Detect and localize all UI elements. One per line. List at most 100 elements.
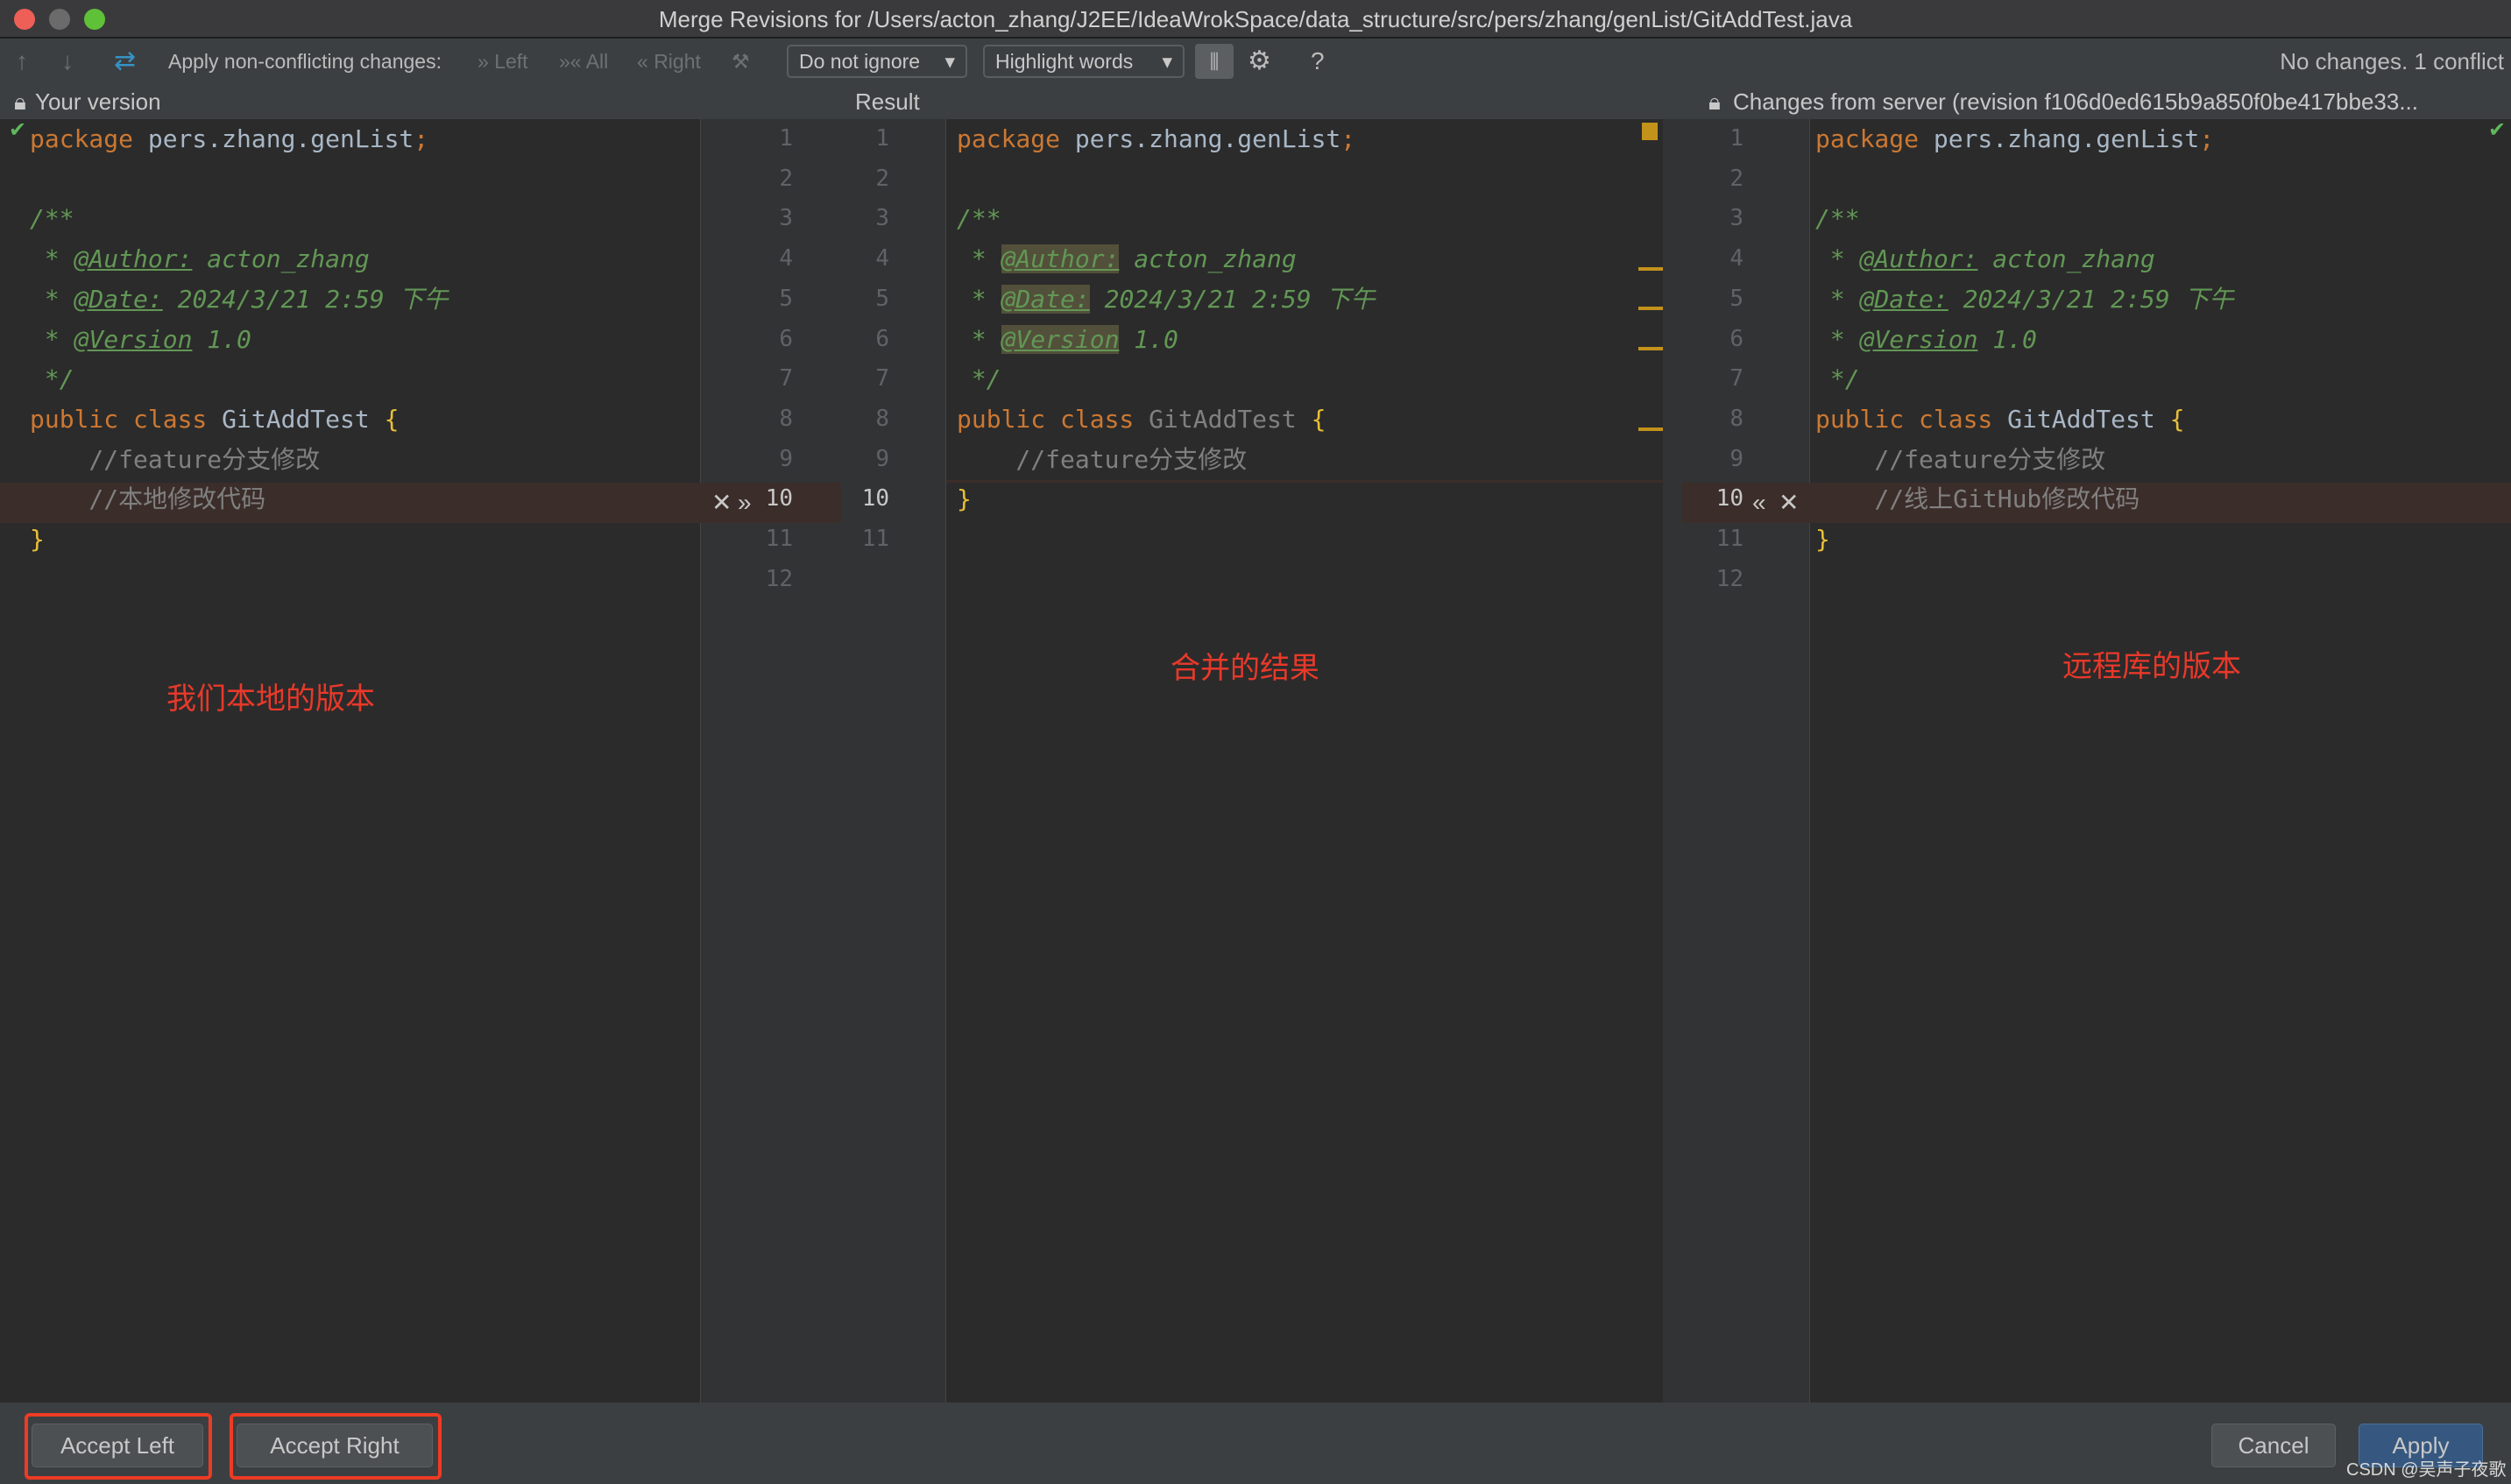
- line-number: 5: [779, 285, 793, 312]
- code-line: */: [957, 359, 1001, 399]
- code-token: GitAddTest: [2007, 404, 2170, 434]
- line-number: 3: [1729, 205, 1744, 232]
- line-number: 3: [875, 205, 889, 232]
- prev-difference-icon[interactable]: ↑: [16, 39, 28, 84]
- minimize-window-button[interactable]: [49, 9, 70, 30]
- line-number: 8: [875, 405, 889, 432]
- code-line: * @Version 1.0: [1815, 320, 2037, 360]
- line-number: 7: [779, 365, 793, 392]
- code-token: *: [1815, 324, 1860, 354]
- change-marker: [1638, 307, 1663, 310]
- code-line: //feature分支修改: [30, 440, 320, 480]
- line-number: 6: [1729, 325, 1744, 352]
- code-token: acton_zhang: [1119, 244, 1297, 274]
- line-number: 6: [875, 325, 889, 352]
- code-line: /**: [1815, 199, 1860, 239]
- ignore-right-change-icon[interactable]: ✕: [1779, 483, 1799, 523]
- apply-non-conflicting-label: Apply non-conflicting changes:: [168, 50, 442, 73]
- code-token: package: [30, 124, 148, 153]
- ignore-left-change-icon[interactable]: ✕: [711, 483, 732, 523]
- code-token: //feature分支修改: [1815, 444, 2106, 474]
- left-gutter: [700, 119, 946, 1403]
- code-token: *: [1815, 244, 1860, 274]
- result-conflict-marker: [946, 480, 1663, 483]
- change-marker: [1638, 347, 1663, 350]
- code-token: public class: [957, 404, 1149, 434]
- code-line: * @Date: 2024/3/21 2:59 下午: [957, 279, 1375, 320]
- code-token: ;: [414, 124, 429, 153]
- close-window-button[interactable]: [14, 9, 35, 30]
- code-token: //本地修改代码: [30, 484, 266, 514]
- code-line: * @Author: acton_zhang: [30, 239, 370, 279]
- line-number: 1: [1729, 125, 1744, 152]
- check-icon: ✔: [2488, 118, 2507, 142]
- highlight-mode-select[interactable]: Highlight words ▾: [983, 45, 1185, 78]
- line-number: 7: [875, 365, 889, 392]
- check-icon: ✔: [9, 118, 27, 142]
- apply-changes-icon[interactable]: ⇄: [114, 39, 136, 84]
- result-pane-title: Result: [855, 88, 920, 115]
- code-token: package: [1815, 124, 1934, 153]
- settings-gear-icon[interactable]: ⚙: [1248, 39, 1271, 84]
- annotation-remote-version: 远程库的版本: [2062, 650, 2241, 683]
- code-token: *: [957, 244, 1001, 274]
- code-token: }: [1815, 525, 1830, 554]
- right-pane-title: Changes from server (revision f106d0ed61…: [1733, 88, 2418, 115]
- line-number: 8: [779, 405, 793, 432]
- code-line: * @Date: 2024/3/21 2:59 下午: [1815, 279, 2234, 320]
- line-number: 4: [1729, 245, 1744, 272]
- accept-right-button[interactable]: Accept Right: [237, 1424, 433, 1467]
- footer-bar: Accept Left Accept Right Cancel Apply CS…: [0, 1403, 2511, 1484]
- line-number: 1: [779, 125, 793, 152]
- code-token: */: [1815, 364, 1860, 394]
- line-number: 12: [765, 565, 793, 592]
- cancel-button[interactable]: Cancel: [2211, 1424, 2336, 1467]
- code-token: @Date:: [74, 284, 163, 314]
- line-number: 11: [765, 526, 793, 552]
- code-token: @Version: [74, 324, 193, 354]
- code-token: 1.0: [192, 324, 251, 354]
- change-marker: [1638, 267, 1663, 271]
- line-number: 2: [875, 165, 889, 192]
- code-token: 2024/3/21 2:59 下午: [162, 284, 449, 314]
- magic-wand-icon[interactable]: ⚒: [732, 39, 750, 84]
- code-token: public class: [30, 404, 223, 434]
- sync-scroll-toggle[interactable]: ⫼: [1195, 44, 1234, 79]
- code-token: 1.0: [1119, 324, 1178, 354]
- accept-right-change-icon[interactable]: «: [1752, 483, 1766, 523]
- line-number: 2: [1729, 165, 1744, 192]
- apply-right-button[interactable]: « Right: [637, 39, 701, 84]
- code-token: 2024/3/21 2:59 下午: [1948, 284, 2234, 314]
- code-token: @Date:: [1001, 284, 1090, 314]
- line-number: 2: [779, 165, 793, 192]
- merge-all-icon: »«: [559, 50, 586, 73]
- code-token: *: [957, 324, 1001, 354]
- toolbar: ↑ ↓ ⇄ Apply non-conflicting changes: » L…: [0, 39, 2511, 84]
- code-token: /**: [957, 204, 1001, 234]
- line-number: 5: [1729, 285, 1744, 312]
- line-number: 8: [1729, 405, 1744, 432]
- code-token: @Version: [1859, 324, 1978, 354]
- code-line: package pers.zhang.genList;: [957, 119, 1355, 159]
- line-number: 11: [861, 526, 889, 552]
- code-line: public class GitAddTest {: [957, 399, 1326, 440]
- code-token: @Author:: [1859, 244, 1978, 274]
- code-line: package pers.zhang.genList;: [30, 119, 428, 159]
- code-line: * @Version 1.0: [957, 320, 1178, 360]
- code-token: GitAddTest: [1149, 404, 1312, 434]
- code-token: *: [30, 284, 74, 314]
- ignore-whitespace-select[interactable]: Do not ignore ▾: [787, 45, 967, 78]
- code-line: //线上GitHub修改代码: [1815, 479, 2140, 519]
- code-token: @Author:: [1001, 244, 1120, 274]
- code-token: @Author:: [74, 244, 193, 274]
- apply-all-button[interactable]: »« All: [559, 39, 608, 84]
- apply-left-button[interactable]: » Left: [477, 39, 528, 84]
- code-token: acton_zhang: [192, 244, 370, 274]
- code-token: /**: [30, 204, 74, 234]
- zoom-window-button[interactable]: [84, 9, 105, 30]
- accept-left-button[interactable]: Accept Left: [32, 1424, 203, 1467]
- next-difference-icon[interactable]: ↓: [61, 39, 74, 84]
- help-button[interactable]: ?: [1311, 39, 1325, 84]
- code-token: {: [1311, 404, 1326, 434]
- code-token: //线上GitHub修改代码: [1815, 484, 2140, 514]
